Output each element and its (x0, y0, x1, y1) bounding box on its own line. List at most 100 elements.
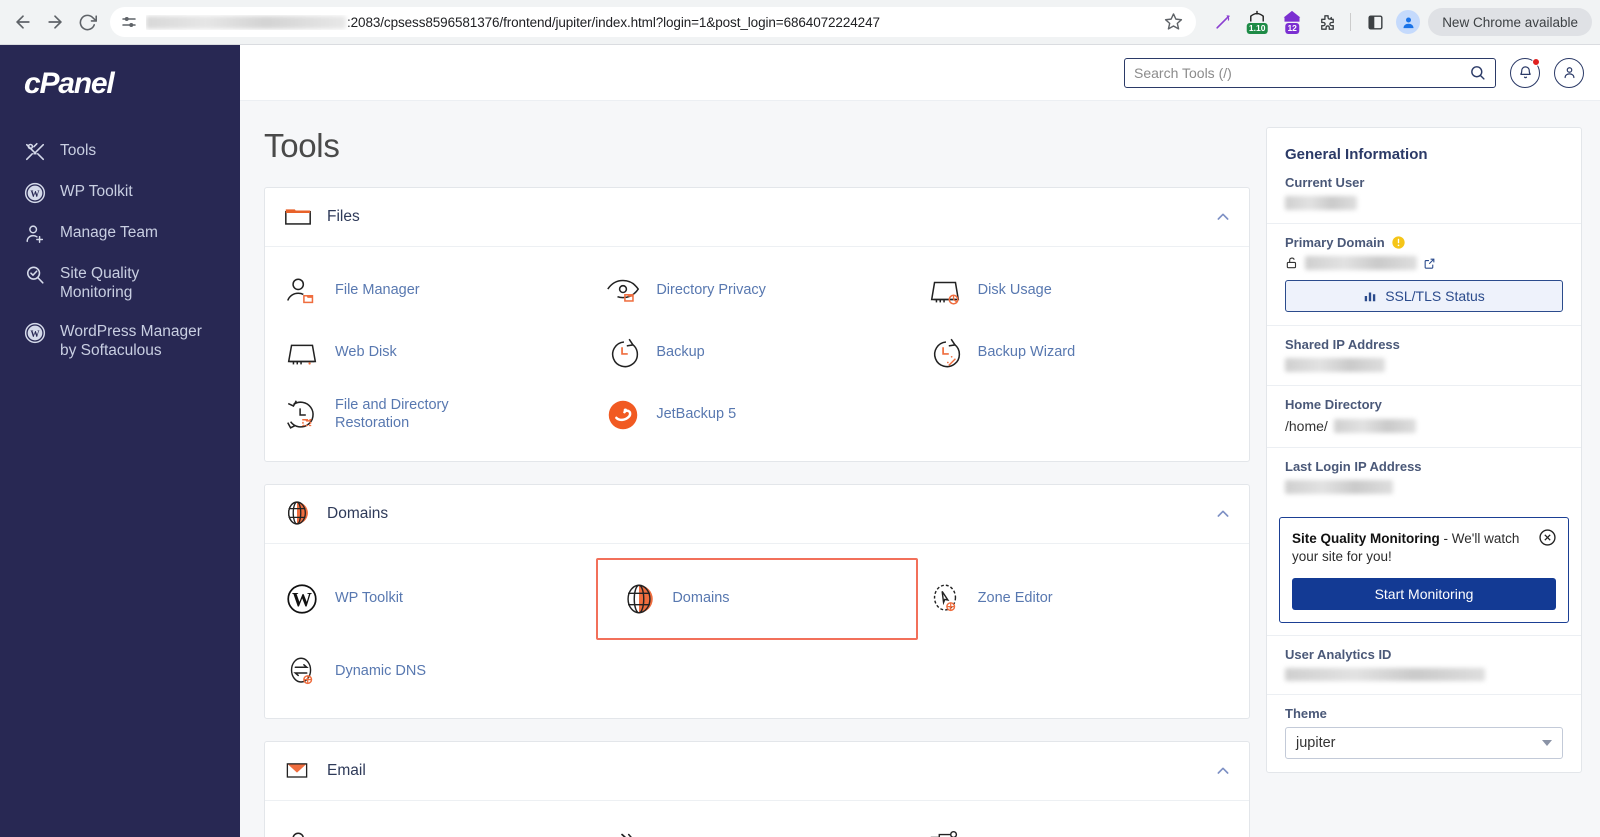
tool-label: JetBackup 5 (656, 406, 737, 423)
profile-avatar[interactable] (1396, 10, 1421, 34)
sidebar-item-wordpress-manager[interactable]: W WordPress Manager by Softaculous (0, 312, 240, 370)
ssl-tls-status-button[interactable]: SSL/TLS Status (1285, 280, 1563, 312)
search-tools-wrapper[interactable] (1124, 57, 1496, 88)
folder-icon (283, 202, 313, 232)
bookmark-star-icon[interactable] (1164, 12, 1184, 32)
extensions-tray: 1.10 12 (1204, 10, 1345, 34)
chevron-up-icon[interactable] (1215, 763, 1231, 779)
tool-file-and-directory-restoration[interactable]: File and Directory Restoration (275, 387, 596, 443)
home-directory-label: Home Directory (1285, 397, 1382, 412)
tool-email-accounts[interactable]: Email Accounts (275, 817, 596, 837)
reload-button[interactable] (72, 7, 102, 37)
info-row-last-login-ip: Last Login IP Address (1267, 447, 1581, 507)
shared-ip-value (1285, 358, 1563, 372)
wordpress-icon: W (24, 182, 46, 204)
sidebar-item-site-quality-monitoring[interactable]: Site Quality Monitoring (0, 254, 240, 312)
current-user-value (1285, 196, 1563, 210)
side-panel-icon[interactable] (1364, 11, 1386, 33)
sidebar-item-label: Manage Team (60, 224, 158, 241)
file-manager-icon (283, 272, 321, 310)
theme-label: Theme (1285, 706, 1327, 722)
sidebar: cPanel Tools W WP Toolkit Manage Team Si… (0, 45, 240, 837)
url-text: :2083/cpsess8596581376/frontend/jupiter/… (146, 15, 1156, 30)
tool-domains[interactable]: Domains (596, 558, 918, 640)
top-bar (240, 45, 1600, 101)
tool-wp-toolkit[interactable]: W WP Toolkit (275, 560, 596, 638)
site-quality-monitoring-notice: Site Quality Monitoring - We'll watch yo… (1279, 517, 1569, 624)
redacted-value (1285, 358, 1385, 372)
info-row-shared-ip: Shared IP Address (1267, 325, 1581, 385)
general-information-title: General Information (1285, 146, 1428, 163)
address-bar[interactable]: :2083/cpsess8596581376/frontend/jupiter/… (110, 7, 1197, 37)
search-input[interactable] (1134, 64, 1469, 81)
tools-grid-files: File Manager Directory Privacy Disk Usag… (265, 247, 1249, 461)
tool-disk-usage[interactable]: Disk Usage (918, 263, 1239, 319)
unlock-icon (1285, 256, 1299, 270)
section-title: Domains (327, 505, 389, 522)
tool-web-disk[interactable]: Web Disk (275, 325, 596, 381)
tool-label: Directory Privacy (656, 282, 766, 299)
chrome-update-pill[interactable]: New Chrome available (1428, 8, 1592, 36)
primary-domain-label: Primary Domain (1285, 235, 1563, 250)
section-header-email[interactable]: Email (265, 742, 1249, 801)
chevron-up-icon[interactable] (1215, 506, 1231, 522)
cpanel-logo[interactable]: cPanel (0, 67, 240, 101)
manage-team-icon (24, 223, 46, 245)
sidebar-item-manage-team[interactable]: Manage Team (0, 213, 240, 254)
email-icon (283, 756, 313, 786)
cpanel-logo-text: cPanel (24, 67, 115, 100)
tool-forwarders[interactable]: Forwarders (596, 817, 917, 837)
search-icon[interactable] (1469, 64, 1486, 81)
sidebar-item-label: Tools (60, 142, 97, 159)
sidebar-item-label: Site Quality Monitoring (60, 265, 140, 302)
site-settings-icon[interactable] (120, 13, 138, 31)
warning-icon[interactable] (1391, 235, 1406, 250)
globe-icon (620, 580, 658, 618)
tool-backup-wizard[interactable]: Backup Wizard (918, 325, 1239, 381)
info-row-user-analytics-id: User Analytics ID (1267, 635, 1581, 694)
puzzle-extensions-icon[interactable] (1315, 11, 1337, 33)
tools-icon (24, 141, 46, 163)
notifications-button[interactable] (1510, 57, 1540, 88)
theme-select[interactable]: jupiter (1285, 727, 1563, 760)
tool-file-manager[interactable]: File Manager (275, 263, 596, 319)
section-header-domains[interactable]: Domains (265, 485, 1249, 544)
tools-column: Tools Files File Manager Directory Priva… (264, 127, 1250, 837)
tools-grid-domains: W WP Toolkit Domains Zone Editor Dynamic… (265, 544, 1249, 718)
user-account-button[interactable] (1554, 57, 1584, 88)
info-row-home-directory: Home Directory /home/ (1267, 385, 1581, 447)
section-title: Files (327, 208, 360, 225)
chevron-up-icon[interactable] (1215, 209, 1231, 225)
sidebar-item-tools[interactable]: Tools (0, 131, 240, 172)
tool-zone-editor[interactable]: Zone Editor (918, 560, 1239, 638)
back-button[interactable] (8, 7, 38, 37)
last-login-ip-value (1285, 480, 1563, 494)
section-header-files[interactable]: Files (265, 188, 1249, 247)
tool-backup[interactable]: Backup (596, 325, 917, 381)
user-analytics-id-value (1285, 668, 1563, 682)
jetbackup-icon (604, 396, 642, 434)
tool-label: Domains (672, 590, 730, 607)
version-badge-extension-icon[interactable]: 1.10 (1245, 10, 1269, 34)
general-information-panel: General Information Current User Primary… (1266, 127, 1582, 774)
count-badge-extension-icon[interactable]: 12 (1280, 10, 1304, 34)
close-icon[interactable] (1538, 528, 1558, 548)
tool-email-routing[interactable]: Email Routing (918, 817, 1239, 837)
external-link-icon[interactable] (1423, 257, 1436, 270)
tool-directory-privacy[interactable]: Directory Privacy (596, 263, 917, 319)
tool-label: Backup (656, 344, 705, 361)
tool-dynamic-dns[interactable]: Dynamic DNS (275, 644, 596, 700)
notification-badge-dot (1532, 57, 1540, 66)
quill-extension-icon[interactable] (1212, 11, 1234, 33)
wordpress-icon: W (283, 580, 321, 618)
current-user-label: Current User (1285, 175, 1365, 190)
ssl-tls-status-label: SSL/TLS Status (1385, 288, 1485, 304)
start-monitoring-button[interactable]: Start Monitoring (1292, 578, 1556, 611)
web-disk-icon (283, 334, 321, 372)
forward-button[interactable] (40, 7, 70, 37)
forwarders-icon (604, 826, 642, 837)
sidebar-item-wp-toolkit[interactable]: W WP Toolkit (0, 172, 240, 213)
tool-jetbackup-5[interactable]: JetBackup 5 (596, 387, 917, 443)
section-files: Files File Manager Directory Privacy Dis… (264, 187, 1250, 462)
app-shell: cPanel Tools W WP Toolkit Manage Team Si… (0, 45, 1600, 837)
